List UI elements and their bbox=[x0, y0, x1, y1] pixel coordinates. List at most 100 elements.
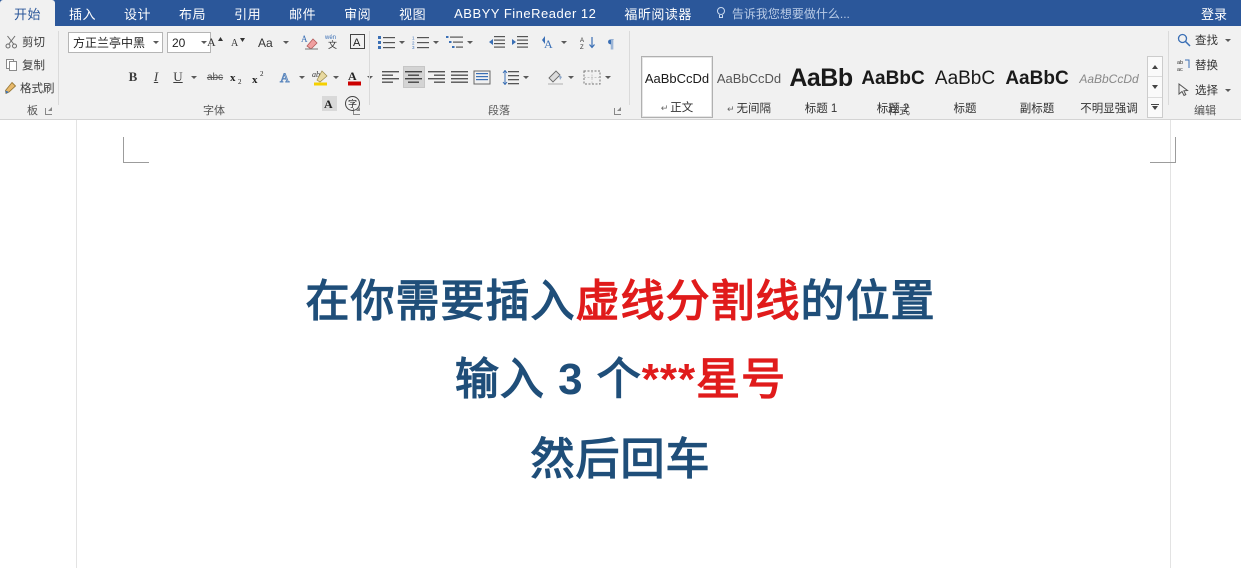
document-line-2[interactable]: 输入 3 个***星号 bbox=[0, 358, 1241, 402]
paragraph-dialog-launcher[interactable] bbox=[613, 106, 624, 117]
styles-more-button[interactable] bbox=[1148, 98, 1162, 117]
style-item-2[interactable]: AaBb 标题 1 bbox=[785, 56, 857, 118]
style-name: ↵ 无间隔 bbox=[727, 101, 771, 118]
bold-label: B bbox=[128, 69, 138, 84]
multilevel-list-button[interactable] bbox=[444, 31, 466, 53]
underline-chevron-down-icon[interactable] bbox=[189, 66, 198, 88]
underline-label: U bbox=[173, 69, 183, 84]
ribbon-tab-3[interactable]: 布局 bbox=[165, 0, 220, 26]
grow-font-button[interactable]: A bbox=[204, 31, 226, 53]
text-effects-chevron-down-icon[interactable] bbox=[297, 66, 306, 88]
font-name-combo[interactable]: 方正兰亭中黑 bbox=[68, 32, 163, 53]
align-distributed-button[interactable] bbox=[471, 66, 493, 88]
numbering-button[interactable]: 1 2 3 bbox=[410, 31, 432, 53]
line-spacing-button[interactable] bbox=[500, 66, 522, 88]
ribbon-tabs-host: 开始 插入 设计 布局 引用 邮件 审阅 视图 ABBYY FineReader 12 福昕阅读器 bbox=[0, 0, 706, 26]
ribbon-tab-2[interactable]: 设计 bbox=[110, 0, 165, 26]
align-right-button[interactable] bbox=[426, 66, 448, 88]
ribbon-tab-1[interactable]: 插入 bbox=[55, 0, 110, 26]
style-name: 标题 2 bbox=[877, 101, 910, 118]
align-justify-button[interactable] bbox=[449, 66, 471, 88]
style-item-0[interactable]: AaBbCcDd ↵ 正文 bbox=[641, 56, 713, 118]
style-item-1[interactable]: AaBbCcDd ↵ 无间隔 bbox=[713, 56, 785, 118]
shrink-font-button[interactable]: A bbox=[227, 31, 249, 53]
sort-button[interactable]: A Z bbox=[578, 31, 600, 53]
ribbon-tab-8[interactable]: ABBYY FineReader 12 bbox=[440, 0, 610, 26]
svg-text:3: 3 bbox=[412, 45, 415, 49]
styles-scroll-down-button[interactable] bbox=[1148, 77, 1162, 98]
line-spacing-chevron-down-icon[interactable] bbox=[521, 66, 530, 88]
shading-button[interactable] bbox=[544, 66, 566, 88]
paintbrush-icon bbox=[3, 81, 17, 95]
format-painter-button[interactable]: 格式刷 bbox=[1, 77, 55, 98]
document-area[interactable]: 在你需要插入虚线分割线的位置 输入 3 个***星号 然后回车 bbox=[0, 120, 1241, 568]
bullets-chevron-down-icon[interactable] bbox=[397, 31, 406, 53]
style-item-5[interactable]: AaBbC 副标题 bbox=[1001, 56, 1073, 118]
bold-button[interactable]: B bbox=[122, 66, 144, 88]
asian-layout-chevron-down-icon[interactable] bbox=[559, 31, 568, 53]
subscript-button[interactable]: x2 bbox=[227, 66, 249, 88]
sign-in-button[interactable]: 登录 bbox=[1187, 0, 1241, 26]
ribbon-tab-5[interactable]: 邮件 bbox=[275, 0, 330, 26]
copy-button[interactable]: 复制 bbox=[3, 54, 45, 75]
align-center-button[interactable] bbox=[403, 66, 425, 88]
styles-scroll-up-button[interactable] bbox=[1148, 57, 1162, 78]
style-name: 不明显强调 bbox=[1080, 101, 1138, 118]
multilevel-chevron-down-icon[interactable] bbox=[465, 31, 474, 53]
borders-chevron-down-icon[interactable] bbox=[603, 66, 612, 88]
svg-text:Z: Z bbox=[580, 45, 584, 50]
style-item-4[interactable]: AaBbC 标题 bbox=[929, 56, 1001, 118]
superscript-button[interactable]: x2 bbox=[249, 66, 271, 88]
svg-text:ac: ac bbox=[1177, 67, 1183, 72]
clear-formatting-button[interactable]: A bbox=[299, 30, 321, 52]
style-name-text: 标题 1 bbox=[804, 103, 838, 115]
style-item-6[interactable]: AaBbCcDd 不明显强调 bbox=[1073, 56, 1145, 118]
phonetic-guide-button[interactable]: wén 文 bbox=[322, 30, 344, 52]
text-effects-button[interactable]: A bbox=[275, 66, 297, 88]
select-chevron-down-icon[interactable] bbox=[1225, 88, 1231, 92]
borders-button[interactable] bbox=[581, 66, 603, 88]
style-name-text: 标题 bbox=[953, 103, 977, 115]
change-case-button[interactable]: Aa bbox=[255, 31, 281, 53]
group-paragraph: 1 2 3 A A Z ¶ 段落 bbox=[370, 26, 628, 120]
document-page[interactable] bbox=[76, 120, 1171, 568]
ribbon-tab-0[interactable]: 开始 bbox=[0, 0, 56, 26]
bullets-button[interactable] bbox=[376, 31, 398, 53]
document-line-3[interactable]: 然后回车 bbox=[0, 438, 1241, 482]
text-highlight-button[interactable]: ab bbox=[309, 66, 331, 88]
change-case-chevron-down-icon[interactable] bbox=[281, 31, 290, 53]
italic-button[interactable]: I bbox=[145, 66, 167, 88]
more-styles-icon bbox=[1151, 103, 1159, 111]
font-name-chevron-down-icon[interactable] bbox=[149, 41, 162, 44]
font-color-button[interactable]: A bbox=[343, 66, 365, 88]
shading-chevron-down-icon[interactable] bbox=[566, 66, 575, 88]
strikethrough-button[interactable]: abc bbox=[203, 66, 227, 88]
enclose-characters-button[interactable]: 字 bbox=[341, 92, 363, 114]
ribbon-tab-9[interactable]: 福昕阅读器 bbox=[610, 0, 706, 26]
show-formatting-marks-button[interactable]: ¶ bbox=[602, 31, 624, 53]
cursor-arrow-icon bbox=[1178, 83, 1189, 97]
decrease-indent-button[interactable] bbox=[486, 31, 508, 53]
underline-button[interactable]: U bbox=[167, 66, 189, 88]
align-left-button[interactable] bbox=[380, 66, 402, 88]
numbering-chevron-down-icon[interactable] bbox=[431, 31, 440, 53]
asian-layout-button[interactable]: A bbox=[538, 31, 560, 53]
copy-label: 复制 bbox=[22, 59, 45, 72]
cut-button[interactable]: 剪切 bbox=[3, 31, 45, 52]
styles-gallery-scrollbar[interactable] bbox=[1147, 56, 1163, 118]
style-item-3[interactable]: AaBbC 标题 2 bbox=[857, 56, 929, 118]
character-shading-button[interactable]: A bbox=[318, 92, 340, 114]
replace-button[interactable]: ab ac 替换 bbox=[1177, 57, 1218, 73]
find-button[interactable]: 查找 bbox=[1177, 32, 1231, 48]
highlight-chevron-down-icon[interactable] bbox=[331, 66, 340, 88]
increase-indent-button[interactable] bbox=[509, 31, 531, 53]
character-border-button[interactable]: A bbox=[346, 30, 368, 52]
clipboard-dialog-launcher[interactable] bbox=[44, 106, 55, 117]
tell-me-search-box[interactable]: 告诉我您想要做什么... bbox=[706, 0, 860, 26]
ribbon-tab-7[interactable]: 视图 bbox=[385, 0, 440, 26]
ribbon-tab-6[interactable]: 审阅 bbox=[330, 0, 385, 26]
document-line-1[interactable]: 在你需要插入虚线分割线的位置 bbox=[0, 280, 1241, 324]
select-button[interactable]: 选择 bbox=[1177, 82, 1231, 98]
ribbon-tab-4[interactable]: 引用 bbox=[220, 0, 275, 26]
find-chevron-down-icon[interactable] bbox=[1225, 38, 1231, 42]
